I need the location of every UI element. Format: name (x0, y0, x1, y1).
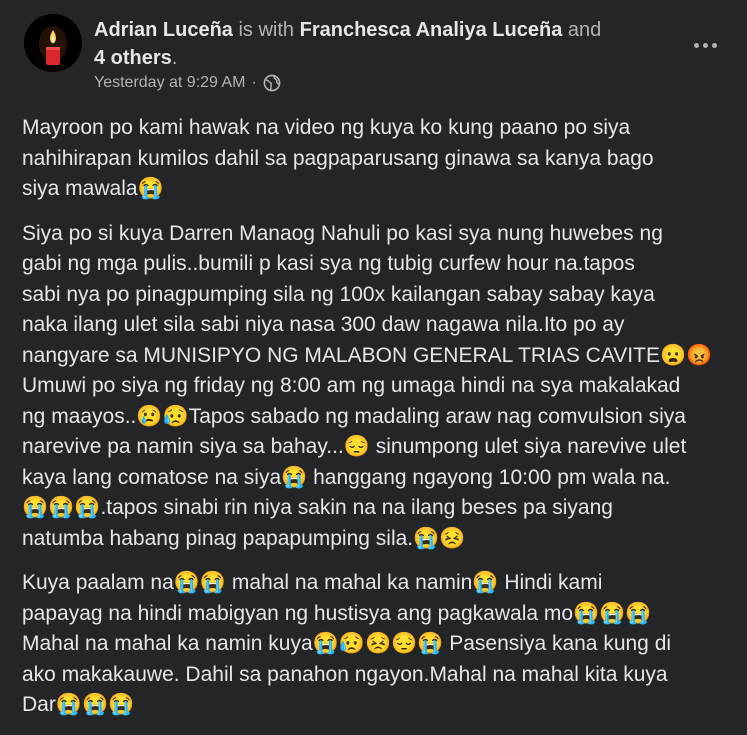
author-block: Adrian Luceña is with Franchesca Analiya… (94, 16, 654, 92)
post-paragraph-3: Kuya paalam na😭😭 mahal na mahal ka namin… (22, 568, 732, 721)
more-options-dot (711, 42, 717, 48)
avatar[interactable] (24, 14, 82, 72)
text-line: gabi ng mga pulis..bumili p kasi sya ng … (22, 252, 635, 275)
text-line: 😭😭😭.tapos sinabi rin niya sakin na na il… (22, 496, 613, 519)
text-line: Dar😭😭😭 (22, 693, 135, 716)
globe-icon[interactable] (263, 74, 281, 92)
text-line: siya mawala😭 (22, 177, 164, 200)
text-line: nahihirapan kumilos dahil sa pagpaparusa… (22, 146, 654, 170)
author-name[interactable]: Adrian Luceña (94, 19, 233, 41)
post-paragraph-1: Mayroon po kami hawak na video ng kuya k… (22, 113, 732, 205)
separator: · (251, 74, 257, 91)
author-line: Adrian Luceña is with Franchesca Analiya… (94, 16, 654, 72)
with-text: is with (232, 19, 300, 41)
text-line: Kuya paalam na😭😭 mahal na mahal ka namin… (22, 571, 603, 594)
post-header: Adrian Luceña is with Franchesca Analiya… (24, 14, 727, 104)
timestamp[interactable]: Yesterday at 9:29 AM (94, 74, 246, 92)
text-line: natumba habang pinag papapumping sila.😭😣 (22, 526, 466, 550)
others-link[interactable]: 4 others (94, 47, 172, 69)
text-line: Siya po si kuya Darren Manaog Nahuli po … (22, 221, 663, 245)
period-text: . (171, 47, 178, 69)
more-options-button[interactable] (685, 32, 725, 58)
text-line: narevive pa namin siya sa bahay...😔 sinu… (22, 435, 687, 458)
candle-icon (24, 14, 82, 72)
text-line: naka ilang ulet sila sabi niya nasa 300 … (22, 313, 625, 336)
text-line: papayag na hindi mabigyan ng hustisya an… (22, 601, 652, 625)
text-line: ng maayos..😢😥Tapos sabado ng madaling ar… (22, 404, 686, 428)
text-line: Mahal na mahal ka namin kuya😭😥😣😔😭 Pasens… (22, 632, 672, 655)
and-text: and (562, 19, 602, 41)
text-line: nangyare sa MUNISIPYO NG MALABON GENERAL… (22, 343, 713, 367)
tagged-person[interactable]: Franchesca Analiya Luceña (300, 19, 563, 41)
more-options-dot (702, 42, 708, 48)
post-paragraph-2: Siya po si kuya Darren Manaog Nahuli po … (22, 219, 732, 555)
more-options-dot (693, 42, 699, 48)
post-meta: Yesterday at 9:29 AM · (94, 74, 654, 92)
post-body: Mayroon po kami hawak na video ng kuya k… (22, 113, 732, 735)
text-line: Mayroon po kami hawak na video ng kuya k… (22, 116, 631, 139)
text-line: sabi nya po pinagpumping sila ng 100x ka… (22, 282, 655, 306)
facebook-post: Adrian Luceña is with Franchesca Analiya… (0, 0, 747, 716)
text-line: ako makakauwe. Dahil sa panahon ngayon.M… (22, 662, 668, 686)
text-line: kaya lang comatose na siya😭 hanggang nga… (22, 465, 671, 489)
text-line: Umuwi po siya ng friday ng 8:00 am ng um… (22, 374, 681, 397)
